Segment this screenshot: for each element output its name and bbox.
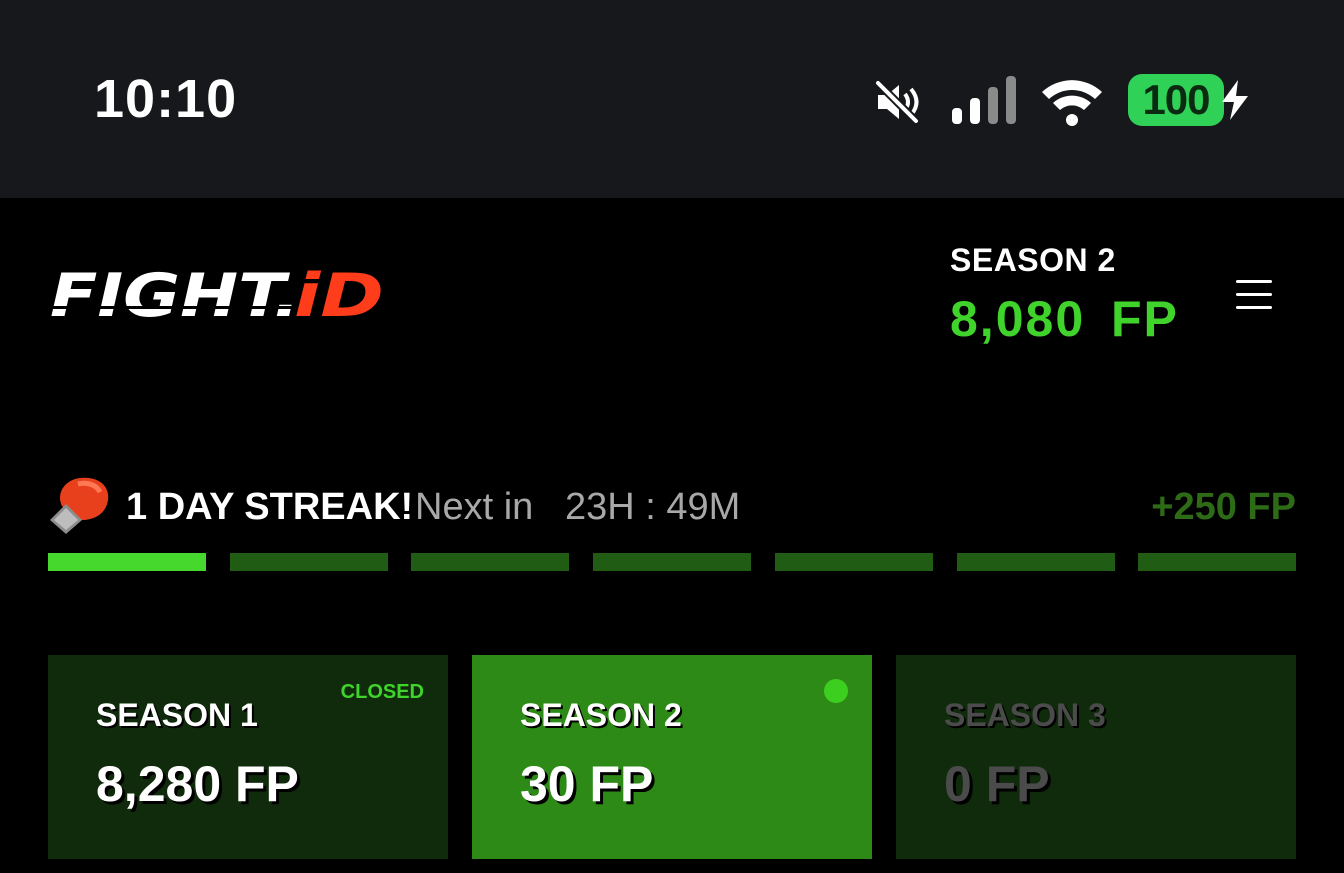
season-card-title: SEASON 3 xyxy=(944,697,1106,733)
menu-icon[interactable] xyxy=(1236,280,1272,310)
season-card-2[interactable]: SEASON 2 30 FP xyxy=(472,655,872,859)
streak-day-segment xyxy=(775,553,933,571)
season-status-badge: CLOSED xyxy=(340,681,424,703)
streak-day-segment xyxy=(1138,553,1296,571)
current-season-label: SEASON 2 xyxy=(950,242,1116,278)
season-cards: CLOSED SEASON 1 8,280 FP SEASON 2 30 FP … xyxy=(48,655,1296,859)
streak-row: 1 DAY STREAK! Next in 23H : 49M +250 FP xyxy=(48,474,1296,538)
streak-day-segment xyxy=(230,553,388,571)
active-season-dot xyxy=(824,679,848,703)
fight-id-logo[interactable]: FIGHT. iD xyxy=(48,262,388,328)
season-card-points: 30 FP xyxy=(520,756,654,812)
streak-timer: 23H : 49M xyxy=(565,486,741,528)
current-season-points: 8,080 FP xyxy=(950,291,1179,347)
mute-icon xyxy=(875,80,919,124)
streak-day-segment xyxy=(957,553,1115,571)
season-card-1[interactable]: CLOSED SEASON 1 8,280 FP xyxy=(48,655,448,859)
streak-bonus: +250 FP xyxy=(1151,486,1296,528)
svg-text:FIGHT.: FIGHT. xyxy=(50,262,300,328)
streak-progress xyxy=(48,553,1296,571)
wifi-icon xyxy=(1042,80,1102,126)
battery-indicator: 100 xyxy=(1128,74,1224,126)
season-card-title: SEASON 2 xyxy=(520,697,682,733)
streak-day-segment xyxy=(593,553,751,571)
streak-title: 1 DAY STREAK! xyxy=(126,486,414,528)
season-card-points: 0 FP xyxy=(944,756,1050,812)
bolt-icon xyxy=(1222,80,1248,120)
season-card-title: SEASON 1 xyxy=(96,697,258,733)
status-bar: 10:10 100 xyxy=(0,0,1344,198)
status-time: 10:10 xyxy=(94,69,238,129)
streak-next-label: Next in xyxy=(415,486,534,528)
signal-icon xyxy=(952,76,1016,124)
app-header: FIGHT. iD SEASON 2 8,080 FP xyxy=(0,198,1344,398)
streak-day-segment xyxy=(411,553,569,571)
boxing-glove-icon xyxy=(50,477,109,534)
season-card-3[interactable]: SEASON 3 0 FP xyxy=(896,655,1296,859)
svg-text:iD: iD xyxy=(294,262,384,328)
streak-day-segment xyxy=(48,553,206,571)
season-card-points: 8,280 FP xyxy=(96,756,299,812)
